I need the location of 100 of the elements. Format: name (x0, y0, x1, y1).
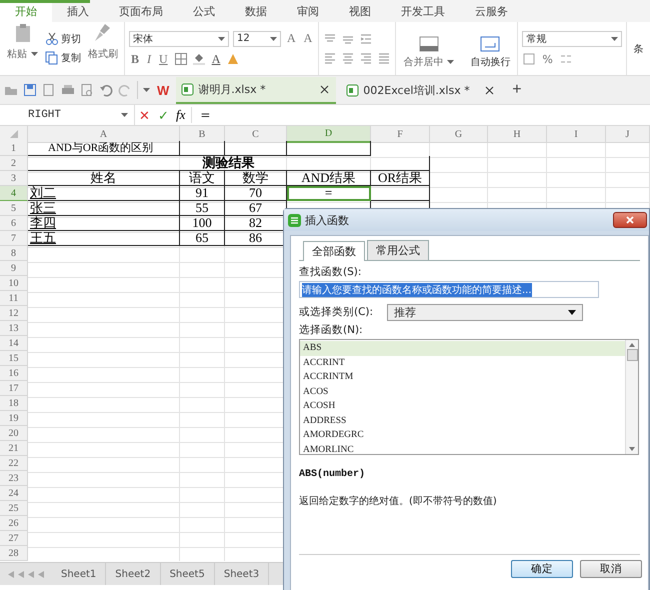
format-painter-button[interactable]: 格式刷 (85, 22, 125, 75)
function-item[interactable]: ADDRESS (300, 414, 625, 428)
name-box[interactable]: RIGHT (0, 105, 135, 125)
cancel-button[interactable]: 取消 (580, 560, 642, 578)
search-field[interactable]: 请输入您要查找的函数名称或函数功能的简要描述... (299, 281, 599, 298)
percent-button[interactable]: % (540, 52, 555, 66)
ribbon-tab[interactable]: 开发工具 (386, 0, 460, 22)
number-format-dropdown[interactable]: 常规 (522, 31, 622, 47)
row-header[interactable]: 2 (0, 156, 28, 171)
table-cell: OR结果 (371, 171, 430, 186)
row-header[interactable]: 5 (0, 201, 28, 216)
shrink-font-button[interactable]: A (302, 31, 314, 46)
row-header[interactable]: 28 (0, 546, 28, 561)
function-item[interactable]: ABS (300, 341, 625, 356)
paste-button[interactable]: 粘贴 (4, 22, 41, 75)
document-tab[interactable]: 002Excel培训.xlsx * (341, 76, 502, 104)
ribbon-tab[interactable]: 视图 (334, 0, 386, 22)
row-header[interactable]: 21 (0, 441, 28, 456)
row-header[interactable]: 10 (0, 276, 28, 291)
row-header[interactable]: 25 (0, 501, 28, 516)
insert-function-button[interactable]: fx (173, 107, 192, 123)
row-header[interactable]: 9 (0, 261, 28, 276)
cut-button[interactable]: 剪切 (45, 32, 81, 46)
row-header[interactable]: 17 (0, 381, 28, 396)
table-cell: 70 (225, 186, 287, 201)
table-cell: 王五 (28, 231, 180, 246)
sheet-tab[interactable]: Sheet2 (106, 563, 161, 585)
column-header[interactable]: D (287, 126, 371, 143)
row-header[interactable]: 23 (0, 471, 28, 486)
function-item[interactable]: ACCRINT (300, 356, 625, 370)
confirm-button[interactable]: ✓ (154, 108, 173, 122)
font-size-dropdown[interactable]: 12 (233, 30, 281, 46)
dialog-tab[interactable]: 全部函数 (303, 241, 365, 261)
italic-button[interactable]: I (145, 52, 154, 66)
row-header[interactable]: 7 (0, 231, 28, 246)
row-header[interactable]: 27 (0, 531, 28, 546)
ribbon-tab[interactable]: 页面布局 (104, 0, 178, 22)
row-header[interactable]: 1 (0, 141, 28, 156)
table-cell: 数学 (225, 171, 287, 186)
document-tab[interactable]: 谢明月.xlsx * (176, 76, 336, 104)
font-dropdown[interactable]: 宋体 (129, 30, 229, 46)
row-header[interactable]: 26 (0, 516, 28, 531)
function-item[interactable]: ACCRINTM (300, 370, 625, 384)
formula-input[interactable]: = (200, 108, 210, 122)
column-header[interactable]: B (180, 126, 225, 143)
row-header[interactable]: 12 (0, 306, 28, 321)
row-header[interactable]: 20 (0, 426, 28, 441)
category-dropdown[interactable]: 推荐 (387, 304, 584, 320)
ok-button[interactable]: 确定 (511, 560, 573, 578)
cancel-button[interactable]: ✕ (135, 108, 154, 122)
row-header[interactable]: 4 (0, 186, 28, 201)
ribbon-tab[interactable]: 云服务 (460, 0, 523, 22)
ribbon-tab[interactable]: 插入 (52, 0, 104, 22)
ribbon-tab[interactable]: 审阅 (282, 0, 334, 22)
app-logo[interactable]: W (155, 82, 172, 98)
dialog-tab[interactable]: 常用公式 (367, 240, 429, 260)
column-header[interactable]: I (547, 126, 606, 143)
function-item[interactable]: ACOS (300, 384, 625, 399)
table-cell: 张三 (28, 201, 180, 216)
font-color-button[interactable]: A (210, 52, 222, 66)
column-header[interactable]: A (28, 126, 180, 143)
sheet-tab[interactable]: Sheet3 (214, 563, 270, 585)
function-item[interactable]: AMORDEGRC (300, 428, 625, 442)
column-header[interactable]: C (225, 126, 287, 143)
wrap-text-button[interactable]: 自动换行 (467, 36, 514, 69)
row-header[interactable]: 11 (0, 291, 28, 306)
sheet-tab[interactable]: Sheet1 (52, 563, 106, 585)
row-header[interactable]: 6 (0, 216, 28, 231)
ribbon-tab[interactable]: 数据 (230, 0, 282, 22)
row-header[interactable]: 19 (0, 411, 28, 426)
column-header[interactable]: J (606, 126, 650, 143)
row-header[interactable]: 18 (0, 396, 28, 411)
merge-center-button[interactable]: 合并居中 (400, 36, 458, 69)
function-description: 返回给定数字的绝对值。(即不带符号的数值) (299, 494, 498, 508)
table-cell: AND与OR函数的区别 (28, 141, 180, 156)
row-header[interactable]: 15 (0, 351, 28, 366)
row-header[interactable]: 14 (0, 336, 28, 351)
row-header[interactable]: 22 (0, 456, 28, 471)
function-item[interactable]: AMORLINC (300, 442, 625, 457)
function-item[interactable]: ACOSH (300, 399, 625, 414)
sheet-tab[interactable]: Sheet5 (160, 563, 215, 585)
column-header[interactable]: H (488, 126, 547, 143)
row-header[interactable]: 24 (0, 486, 28, 501)
row-header[interactable]: 8 (0, 246, 28, 261)
bold-button[interactable]: B (129, 52, 142, 66)
ribbon-tab[interactable]: 公式 (178, 0, 230, 22)
column-header[interactable]: F (371, 126, 430, 143)
underline-button[interactable]: U (157, 52, 170, 66)
search-label: 查找函数(S): (299, 265, 362, 279)
row-header[interactable]: 3 (0, 171, 28, 186)
row-header[interactable]: 13 (0, 321, 28, 336)
new-tab-button[interactable]: + (506, 80, 528, 100)
grow-font-button[interactable]: A (285, 31, 298, 46)
function-list-label: 选择函数(N): (299, 323, 364, 337)
table-cell: 刘二 (28, 186, 180, 201)
table-cell: 李四 (28, 216, 180, 231)
ribbon-label: 条 (632, 42, 644, 56)
column-header[interactable]: G (430, 126, 488, 143)
row-header[interactable]: 16 (0, 366, 28, 381)
copy-button[interactable]: 复制 (45, 51, 81, 65)
